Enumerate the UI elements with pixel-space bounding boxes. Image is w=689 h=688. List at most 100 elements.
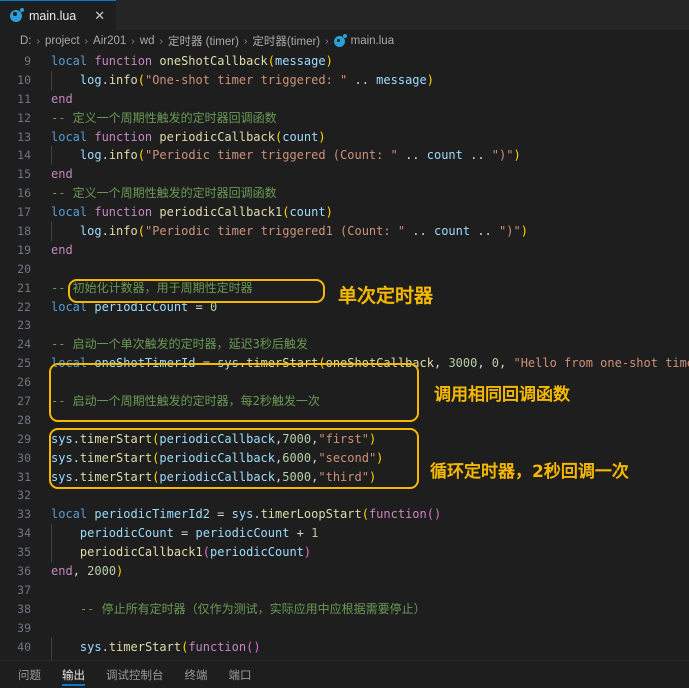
code-line[interactable]: 26: [0, 373, 689, 392]
code-line[interactable]: 16 -- 定义一个周期性触发的定时器回调函数: [0, 184, 689, 203]
breadcrumb-item-drive[interactable]: D:: [20, 35, 32, 47]
code-line[interactable]: 18 log.info("Periodic timer triggered1 (…: [0, 222, 689, 241]
code-line[interactable]: 10 log.info("One-shot timer triggered: "…: [0, 70, 689, 90]
code-token: ")": [499, 224, 521, 239]
breadcrumb-item-timer-subfolder[interactable]: 定时器(timer): [252, 33, 320, 49]
code-token: .: [101, 639, 109, 654]
breadcrumb-item-project[interactable]: project: [45, 35, 80, 47]
code-token: info: [108, 148, 138, 163]
code-token: ): [368, 431, 377, 446]
code-line[interactable]: 41 sys.timerStop(periodicTimerId2): [0, 656, 689, 661]
code-token: periodicCount: [94, 299, 189, 314]
code-token: oneShotTimerId: [94, 356, 196, 371]
code-token: 7000: [282, 431, 312, 446]
breadcrumb-item-air201[interactable]: Air201: [93, 35, 126, 47]
code-line[interactable]: 38 -- 停止所有定时器（仅作为测试，实际应用中应根据需要停止）: [0, 600, 689, 619]
code-line[interactable]: 20: [0, 260, 689, 279]
code-line[interactable]: 17 local function periodicCallback1(count…: [0, 203, 689, 222]
breadcrumb-item-file[interactable]: main.lua: [333, 34, 394, 47]
line-content: -- 定义一个周期性触发的定时器回调函数: [40, 109, 689, 128]
code-token: timerStart: [246, 356, 319, 371]
code-line[interactable]: 35 periodicCallback1(periodicCount): [0, 543, 689, 562]
code-token: log: [79, 148, 102, 163]
line-number: 35: [17, 545, 31, 560]
code-token: "Periodic timer triggered1 (Count: ": [144, 224, 406, 239]
line-number: 17: [17, 205, 31, 220]
code-line[interactable]: 27 -- 启动一个周期性触发的定时器，每2秒触发一次: [0, 392, 689, 411]
code-editor[interactable]: 9 local function oneShotCallback(message)…: [0, 52, 689, 660]
code-token: periodicCount: [195, 526, 290, 541]
code-line[interactable]: 37: [0, 581, 689, 600]
code-token: ): [325, 54, 333, 68]
code-token: count: [282, 129, 319, 144]
panel-tab-problems[interactable]: 问题: [18, 661, 41, 688]
code-token: .: [72, 431, 80, 446]
code-line[interactable]: 36 end, 2000): [0, 562, 689, 581]
code-line[interactable]: 19 end: [0, 241, 689, 260]
code-line[interactable]: 33 local periodicTimerId2 = sys.timerLoop…: [0, 505, 689, 524]
code-token: =: [195, 356, 218, 371]
line-content: -- 启动一个单次触发的定时器，延迟3秒后触发: [40, 335, 689, 354]
code-token: local: [51, 299, 95, 314]
code-line[interactable]: 23: [0, 316, 689, 335]
code-line[interactable]: 32: [0, 486, 689, 505]
code-token: count: [426, 148, 463, 163]
code-token: timerStart: [79, 469, 153, 484]
code-token: ): [326, 659, 333, 661]
line-number: 30: [17, 450, 31, 465]
code-line[interactable]: 14 log.info("Periodic timer triggered (C…: [0, 146, 689, 166]
breadcrumb-item-timer-folder[interactable]: 定时器 (timer): [168, 33, 239, 49]
code-token: ..: [397, 148, 427, 163]
one-shot-timer-label: 单次定时器: [338, 285, 434, 307]
code-line[interactable]: 24 -- 启动一个单次触发的定时器，延迟3秒后触发: [0, 335, 689, 354]
panel-tab-output[interactable]: 输出: [62, 661, 85, 688]
line-content: end: [40, 90, 689, 109]
bottom-panel-tabs: 问题 输出 调试控制台 终端 端口: [0, 660, 689, 688]
code-token: (: [137, 72, 145, 87]
code-token: info: [108, 224, 138, 239]
code-line[interactable]: 11 end: [0, 90, 689, 109]
code-token: .: [72, 450, 80, 465]
lua-file-icon: [10, 8, 24, 22]
code-line[interactable]: 12 -- 定义一个周期性触发的定时器回调函数: [0, 109, 689, 128]
code-line[interactable]: 13 local function periodicCallback(count): [0, 128, 689, 147]
code-token: -- 初始化计数器，用于周期性定时器: [51, 280, 253, 295]
line-content: log.info("Periodic timer triggered (Coun…: [40, 146, 689, 166]
code-line[interactable]: 29 sys.timerStart(periodicCallback,7000,"…: [0, 430, 689, 449]
code-token: timerStart: [79, 450, 153, 465]
code-line[interactable]: 40 sys.timerStart(function(): [0, 637, 689, 657]
code-line[interactable]: 28: [0, 411, 689, 430]
code-line[interactable]: 39: [0, 619, 689, 638]
breadcrumb-separator: ›: [159, 35, 163, 47]
editor-tab-main-lua[interactable]: main.lua ✕: [0, 0, 117, 30]
panel-tab-terminal[interactable]: 终端: [185, 661, 208, 688]
code-token: function: [94, 129, 160, 144]
line-number: 27: [17, 394, 31, 409]
line-content: -- 停止所有定时器（仅作为测试，实际应用中应根据需要停止）: [40, 600, 689, 619]
code-line[interactable]: 15 end: [0, 165, 689, 184]
line-number: 28: [17, 412, 31, 427]
code-token: 2000: [87, 564, 117, 579]
code-token: -- 启动一个单次触发的定时器，延迟3秒后触发: [51, 337, 308, 352]
panel-tab-ports[interactable]: 端口: [229, 661, 252, 688]
loop-timer-label: 循环定时器，2秒回调一次: [430, 462, 629, 482]
code-line[interactable]: 9 local function oneShotCallback(message): [0, 52, 689, 71]
breadcrumb-item-wd[interactable]: wd: [140, 35, 155, 47]
code-token: 1: [311, 526, 319, 541]
code-line[interactable]: 34 periodicCount = periodicCount + 1: [0, 524, 689, 544]
code-token: ): [318, 129, 326, 144]
code-token: ,: [499, 356, 514, 371]
code-token: oneShotCallback: [159, 54, 268, 68]
code-token: periodicCallback: [159, 450, 275, 465]
panel-tab-debug-console[interactable]: 调试控制台: [106, 661, 164, 688]
line-content: -- 启动一个周期性触发的定时器，每2秒触发一次: [40, 392, 689, 411]
code-token: ): [368, 469, 377, 484]
code-line[interactable]: 25 local oneShotTimerId = sys.timerStart(…: [0, 354, 689, 373]
code-token: 3000: [448, 356, 478, 371]
code-token: function: [188, 639, 247, 654]
close-icon[interactable]: ✕: [92, 8, 107, 23]
code-token: ..: [470, 224, 499, 239]
